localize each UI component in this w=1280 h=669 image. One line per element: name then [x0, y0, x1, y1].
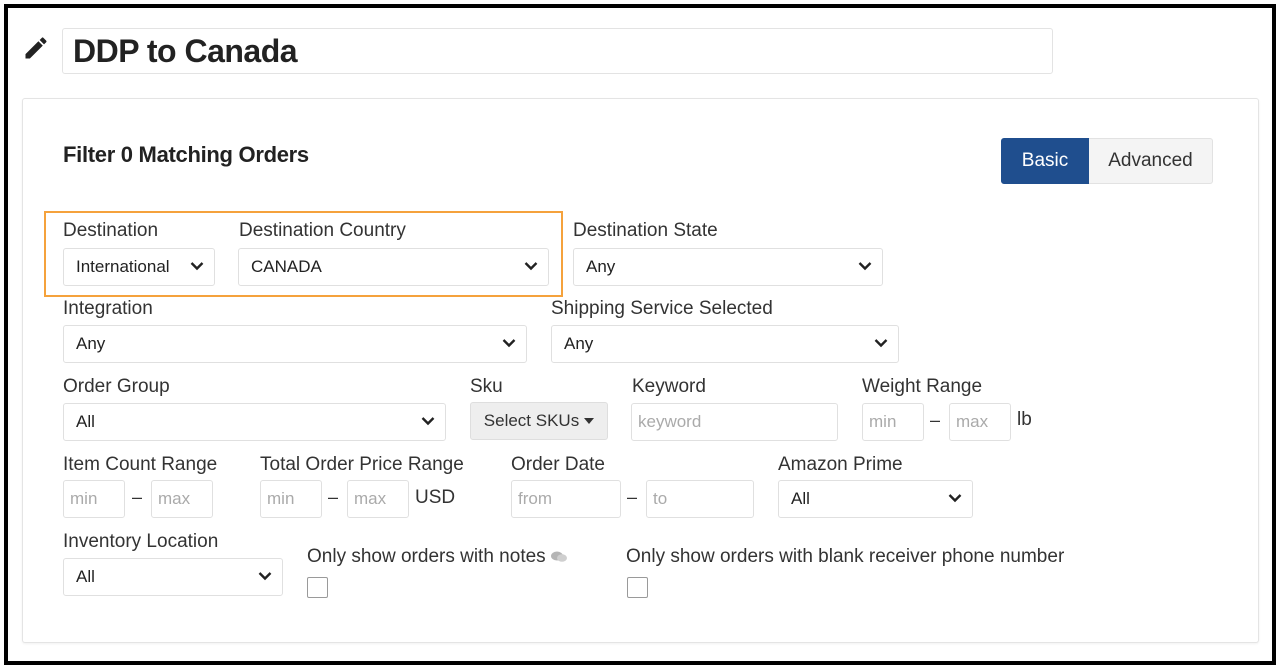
- integration-label: Integration: [63, 298, 153, 319]
- destination-value: International: [76, 257, 170, 276]
- order-date-from-input[interactable]: from: [511, 480, 621, 518]
- keyword-label: Keyword: [632, 376, 706, 397]
- amazon-prime-value: All: [791, 489, 810, 508]
- price-unit: USD: [415, 487, 456, 508]
- select-skus-label: Select SKUs: [483, 411, 580, 430]
- total-price-range-label: Total Order Price Range: [260, 454, 464, 475]
- order-date-to-input[interactable]: to: [646, 480, 754, 518]
- item-count-min-placeholder: min: [70, 489, 98, 508]
- pencil-icon[interactable]: [22, 34, 50, 62]
- order-group-value: All: [76, 412, 95, 431]
- destination-country-select[interactable]: CANADA: [238, 248, 549, 286]
- item-count-max-input[interactable]: max: [151, 480, 213, 518]
- only-blank-phone-label: Only show orders with blank receiver pho…: [626, 546, 1065, 567]
- chevron-down-icon: [421, 417, 435, 426]
- amazon-prime-select[interactable]: All: [778, 480, 973, 518]
- item-count-range-label: Item Count Range: [63, 454, 218, 475]
- inventory-location-select[interactable]: All: [63, 558, 283, 596]
- keyword-placeholder: keyword: [638, 412, 702, 431]
- destination-state-label: Destination State: [573, 220, 718, 241]
- chevron-down-icon: [190, 262, 204, 271]
- filter-mode-toggle: Basic Advanced: [1001, 138, 1213, 184]
- only-notes-label: Only show orders with notes: [307, 546, 546, 567]
- destination-country-label: Destination Country: [239, 220, 406, 241]
- chevron-down-icon: [258, 572, 272, 581]
- price-min-input[interactable]: min: [260, 480, 322, 518]
- weight-min-input[interactable]: min: [862, 403, 924, 441]
- only-notes-label-wrap: Only show orders with notes: [307, 546, 568, 568]
- price-max-placeholder: max: [354, 489, 387, 508]
- keyword-input[interactable]: keyword: [631, 403, 838, 441]
- comment-icon: [550, 551, 567, 562]
- weight-range-label: Weight Range: [862, 376, 983, 397]
- price-max-input[interactable]: max: [347, 480, 409, 518]
- shipping-service-label: Shipping Service Selected: [551, 298, 773, 319]
- inventory-location-value: All: [76, 567, 95, 586]
- chevron-down-icon: [874, 339, 888, 348]
- only-blank-phone-checkbox[interactable]: [627, 577, 648, 598]
- order-group-label: Order Group: [63, 376, 170, 397]
- shipping-service-value: Any: [564, 334, 594, 353]
- only-notes-checkbox[interactable]: [307, 577, 328, 598]
- chevron-down-icon: [858, 262, 872, 271]
- item-count-dash: –: [132, 487, 143, 507]
- shipping-service-select[interactable]: Any: [551, 325, 899, 363]
- chevron-down-icon: [502, 339, 516, 348]
- filter-title: Filter 0 Matching Orders: [63, 142, 309, 167]
- advanced-mode-button[interactable]: Advanced: [1089, 138, 1213, 184]
- price-range-dash: –: [328, 487, 339, 507]
- destination-country-value: CANADA: [251, 257, 322, 276]
- amazon-prime-label: Amazon Prime: [778, 454, 903, 475]
- order-group-select[interactable]: All: [63, 403, 446, 441]
- inventory-location-label: Inventory Location: [63, 531, 219, 552]
- order-date-to-placeholder: to: [653, 489, 668, 508]
- sku-label: Sku: [470, 376, 503, 397]
- weight-max-input[interactable]: max: [949, 403, 1011, 441]
- destination-state-select[interactable]: Any: [573, 248, 883, 286]
- order-date-dash: –: [627, 487, 638, 507]
- item-count-max-placeholder: max: [158, 489, 191, 508]
- order-date-label: Order Date: [511, 454, 605, 475]
- integration-select[interactable]: Any: [63, 325, 527, 363]
- basic-mode-button[interactable]: Basic: [1001, 138, 1089, 184]
- chevron-down-icon: [948, 494, 962, 503]
- weight-range-dash: –: [930, 410, 941, 430]
- order-date-from-placeholder: from: [518, 489, 552, 508]
- filter-name-input[interactable]: DDP to Canada: [62, 28, 1053, 74]
- destination-state-value: Any: [586, 257, 616, 276]
- destination-label: Destination: [63, 220, 159, 241]
- weight-unit: lb: [1017, 409, 1032, 430]
- select-skus-button[interactable]: Select SKUs: [470, 402, 608, 440]
- weight-min-placeholder: min: [869, 412, 897, 431]
- weight-max-placeholder: max: [956, 412, 989, 431]
- item-count-min-input[interactable]: min: [63, 480, 125, 518]
- caret-down-icon: [584, 418, 595, 424]
- integration-value: Any: [76, 334, 106, 353]
- price-min-placeholder: min: [267, 489, 295, 508]
- chevron-down-icon: [524, 262, 538, 271]
- destination-select[interactable]: International: [63, 248, 215, 286]
